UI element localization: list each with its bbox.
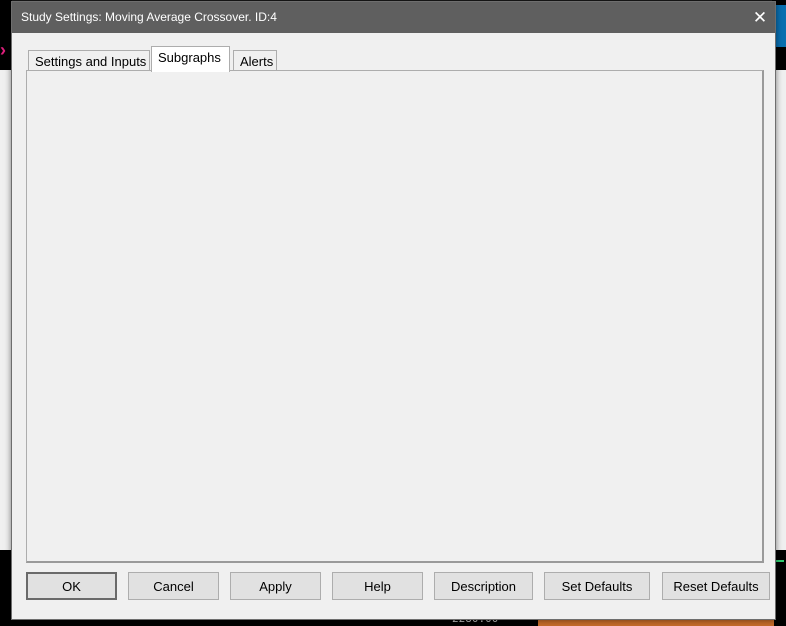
reset-defaults-button[interactable]: Reset Defaults [662, 572, 770, 600]
study-settings-dialog: Study Settings: Moving Average Crossover… [11, 1, 776, 620]
close-button[interactable]: ✕ [745, 2, 775, 33]
tab-subgraphs[interactable]: Subgraphs [151, 46, 230, 72]
dialog-titlebar[interactable]: Study Settings: Moving Average Crossover… [12, 2, 775, 33]
apply-button[interactable]: Apply [230, 572, 321, 600]
tab-settings-and-inputs[interactable]: Settings and Inputs [28, 50, 150, 71]
description-button[interactable]: Description [434, 572, 533, 600]
tab-alerts[interactable]: Alerts [233, 50, 277, 71]
dialog-title: Study Settings: Moving Average Crossover… [21, 10, 277, 24]
close-icon: ✕ [752, 7, 768, 27]
set-defaults-button[interactable]: Set Defaults [544, 572, 650, 600]
background-arrow-icon: › [0, 40, 6, 60]
help-button[interactable]: Help [332, 572, 423, 600]
cancel-button[interactable]: Cancel [128, 572, 219, 600]
dialog-button-row: OK Cancel Apply Help Description Set Def… [26, 572, 771, 602]
ok-button[interactable]: OK [26, 572, 117, 600]
tab-content-pane [26, 70, 764, 563]
background-right-badge [776, 5, 786, 47]
